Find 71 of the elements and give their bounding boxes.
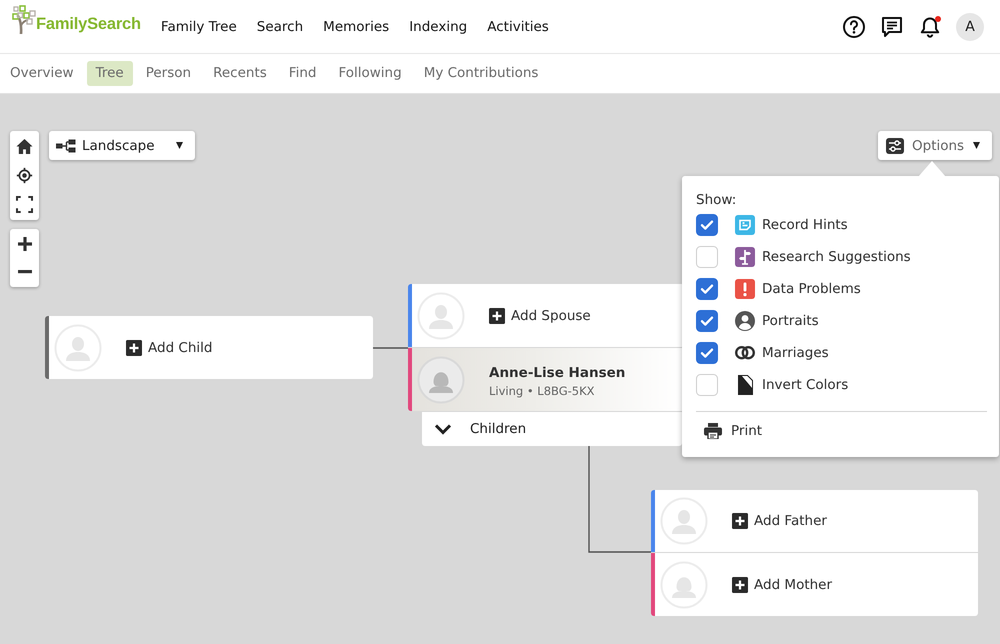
person-silhouette-icon (660, 497, 708, 545)
avatar-button[interactable]: A (956, 12, 984, 40)
nav-link[interactable]: Family Tree (160, 18, 237, 34)
plus-icon (126, 340, 142, 356)
nav-link[interactable]: Activities (487, 18, 549, 34)
add-person-link[interactable]: Add Father (732, 513, 827, 529)
children-toggle[interactable]: Children (422, 412, 682, 446)
plus-icon (489, 308, 505, 324)
minus-icon (18, 270, 32, 274)
person-card[interactable]: Add Mother (651, 553, 978, 616)
checkbox[interactable] (696, 342, 718, 364)
chat-bubble-icon (880, 14, 904, 38)
checkbox[interactable] (696, 310, 718, 332)
messages-button[interactable] (880, 14, 904, 38)
option-label: Portraits (762, 313, 819, 329)
caret-icon (176, 142, 183, 149)
person-card[interactable]: Add Father (651, 490, 978, 552)
person-silhouette-icon (417, 356, 465, 404)
tree-layout-icon (56, 138, 76, 152)
checkbox[interactable] (696, 278, 718, 300)
nav-link[interactable]: Indexing (409, 18, 468, 34)
add-person-link[interactable]: Add Spouse (489, 308, 591, 324)
person-details: Living • L8BG-5KX (489, 384, 594, 398)
person-card[interactable]: Add Spouse (408, 284, 682, 347)
person-card[interactable]: Anne-Lise Hansen Living • L8BG-5KX (408, 348, 682, 411)
person-silhouette-icon (660, 560, 708, 608)
print-button[interactable]: Print (696, 412, 762, 450)
nav-link[interactable]: Search (256, 18, 304, 34)
person-card[interactable]: Add Child (45, 316, 373, 379)
tree-logo-icon (12, 5, 36, 34)
printer-icon (704, 423, 722, 439)
plus-icon (18, 237, 32, 251)
add-person-link[interactable]: Add Child (126, 340, 212, 356)
person-silhouette-icon (417, 292, 465, 340)
subnav-tab[interactable]: Person (136, 61, 200, 86)
subnav-tab[interactable]: Find (280, 61, 326, 86)
record-card-icon (735, 215, 755, 235)
plus-icon (732, 576, 748, 592)
view-dropdown[interactable]: Landscape (49, 131, 195, 160)
home-icon (16, 138, 33, 155)
caret-icon (973, 142, 980, 149)
person-silhouette-icon (54, 324, 102, 372)
option-label: Invert Colors (762, 377, 848, 393)
option-label: Marriages (762, 345, 829, 361)
option-label: Research Suggestions (762, 249, 911, 265)
subnav-tab[interactable]: Tree (86, 61, 133, 86)
plus-icon (732, 513, 748, 529)
menu-heading: Show: (696, 192, 736, 208)
sliders-icon (886, 138, 904, 154)
rings-icon (735, 346, 755, 360)
nav-link[interactable]: Memories (323, 18, 390, 34)
subnav-tab[interactable]: Recents (204, 61, 276, 86)
crosshair-icon (16, 167, 33, 184)
subnav-tab[interactable]: Overview (1, 61, 83, 86)
person-name: Anne-Lise Hansen (489, 365, 626, 381)
checkbox[interactable] (696, 214, 718, 236)
signpost-icon (735, 247, 755, 267)
portrait-icon (735, 311, 755, 331)
notifications-button[interactable] (918, 14, 942, 38)
option-label: Data Problems (762, 281, 861, 297)
bell-icon (918, 14, 942, 38)
subnav-tab[interactable]: My Contributions (414, 61, 548, 86)
invert-page-icon (738, 375, 753, 395)
help-button[interactable] (842, 14, 866, 38)
add-person-link[interactable]: Add Mother (732, 576, 832, 592)
connector-line (373, 347, 408, 349)
fullscreen-icon (16, 196, 33, 213)
help-icon (842, 14, 866, 38)
warning-icon (735, 279, 755, 299)
subnav-tab[interactable]: Following (329, 61, 411, 86)
option-label: Record Hints (762, 217, 848, 233)
